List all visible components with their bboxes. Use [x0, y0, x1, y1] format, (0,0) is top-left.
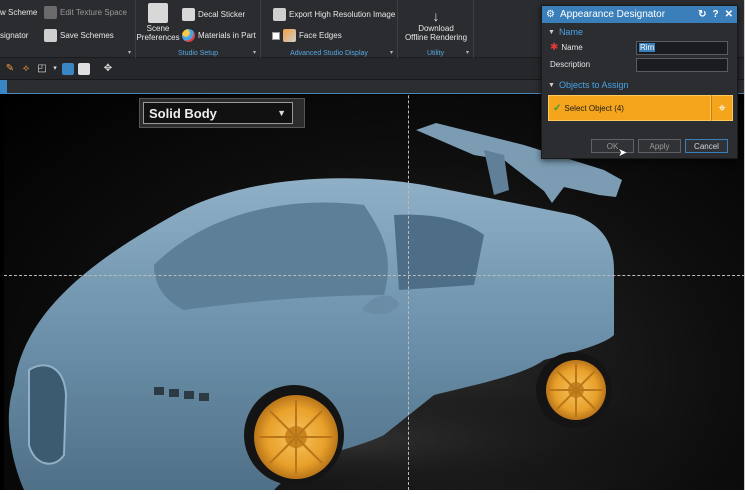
group-expand-icon[interactable]: ▾	[253, 49, 256, 56]
collapse-triangle-icon: ▼	[548, 81, 555, 89]
decal-sticker-icon	[182, 8, 195, 21]
export-high-res-button[interactable]: Export High Resolution Image	[273, 8, 395, 21]
guide-line-horizontal	[4, 275, 744, 276]
select-object-label: Select Object (4)	[564, 103, 624, 113]
assignator-label: signator	[0, 31, 29, 40]
ribbon-group-utility: ↓ Download Offline Rendering Utility ▾	[398, 0, 474, 58]
save-schemes-button[interactable]: Save Schemes	[44, 29, 114, 42]
edit-texture-space-label: Edit Texture Space	[60, 8, 128, 17]
pick-target-icon[interactable]: ⌖	[711, 95, 733, 121]
save-schemes-label: Save Schemes	[60, 31, 114, 40]
download-arrow-icon: ↓	[432, 8, 440, 24]
gear-icon: ⚙	[546, 9, 555, 20]
group-expand-icon[interactable]: ▾	[128, 49, 131, 56]
dialog-title-bar[interactable]: ⚙ Appearance Designator ↻ ? ✕	[542, 6, 737, 23]
name-input[interactable]: Rim	[636, 40, 728, 55]
face-edges-label: Face Edges	[299, 31, 342, 40]
decal-sticker-button[interactable]: Decal Sticker	[182, 8, 245, 21]
select-object-field[interactable]: ✓ Select Object (4)	[548, 95, 711, 121]
cancel-button[interactable]: Cancel	[685, 139, 728, 153]
display-mode-dropdown[interactable]: Solid Body ▼	[139, 98, 305, 128]
select-tool-icon[interactable]: ✎	[4, 63, 16, 75]
dialog-title: Appearance Designator	[559, 9, 666, 20]
export-image-icon	[273, 8, 286, 21]
shaded-view-icon[interactable]	[78, 62, 90, 75]
objects-to-assign: ✓ Select Object (4) ⌖	[548, 95, 733, 121]
active-document-tab[interactable]	[0, 80, 7, 94]
ribbon-group-advanced-studio-display: Export High Resolution Image Face Edges …	[261, 0, 398, 58]
materials-in-part-button[interactable]: Materials in Part	[182, 29, 256, 42]
display-mode-select[interactable]: Solid Body ▼	[143, 102, 293, 124]
collapse-triangle-icon: ▼	[548, 28, 555, 36]
display-mode-value: Solid Body	[149, 105, 217, 121]
headlight	[154, 387, 164, 395]
description-row: Description	[542, 56, 737, 73]
scene-preferences-button[interactable]: Scene Preferences	[136, 3, 180, 42]
mouse-cursor-icon: ➤	[618, 147, 628, 159]
scene-preferences-icon	[148, 3, 168, 23]
objects-section-header[interactable]: ▼ Objects to Assign	[542, 78, 737, 92]
download-offline-rendering-button[interactable]: ↓ Download Offline Rendering	[403, 9, 469, 42]
headlight	[184, 391, 194, 399]
rear-rim-spokes	[549, 363, 603, 417]
guide-line-vertical	[408, 95, 409, 490]
group-expand-icon[interactable]: ▾	[390, 49, 393, 56]
front-rim-spokes	[259, 400, 333, 474]
required-star-icon: ✱	[550, 42, 559, 53]
new-scheme-label: w Scheme	[0, 8, 38, 17]
edit-texture-space-button[interactable]: Edit Texture Space	[44, 6, 127, 19]
new-scheme-button[interactable]: w Scheme	[0, 8, 37, 17]
chevron-down-icon: ▼	[277, 108, 286, 118]
name-row: ✱ Name Rim	[542, 39, 737, 56]
export-high-res-label: Export High Resolution Image	[289, 10, 396, 19]
name-section-header[interactable]: ▼ Name	[542, 25, 737, 39]
texture-space-icon	[44, 6, 57, 19]
advanced-studio-display-group-label: Advanced Studio Display	[290, 50, 368, 57]
ok-button[interactable]: OK	[591, 139, 634, 153]
ribbon-group-scheme: w Scheme Edit Texture Space signator Sav…	[0, 0, 136, 58]
front-grille	[28, 364, 68, 465]
face-edges-checkbox[interactable]	[272, 31, 280, 40]
application-window: w Scheme Edit Texture Space signator Sav…	[0, 0, 745, 490]
name-label-wrap: ✱ Name	[550, 42, 636, 53]
view-cube-icon[interactable]	[62, 62, 74, 75]
reset-icon[interactable]: ↻	[698, 9, 706, 20]
description-label: Description	[550, 60, 591, 69]
close-icon[interactable]: ✕	[725, 9, 733, 20]
description-input[interactable]	[636, 57, 728, 72]
decal-sticker-label: Decal Sticker	[198, 10, 246, 19]
save-schemes-icon	[44, 29, 57, 42]
name-label: Name	[561, 43, 583, 52]
face-edges-toggle[interactable]: Face Edges	[272, 29, 342, 42]
assignator-button[interactable]: signator	[0, 31, 28, 40]
help-icon[interactable]: ?	[713, 9, 719, 20]
materials-icon	[182, 29, 195, 42]
materials-in-part-label: Materials in Part	[198, 31, 256, 40]
studio-setup-group-label: Studio Setup	[177, 50, 219, 57]
checkmark-icon: ✓	[553, 102, 562, 114]
headlight	[199, 393, 209, 401]
filter-tool-icon[interactable]: ⟡	[20, 63, 32, 75]
apply-button[interactable]: Apply	[638, 139, 681, 153]
download-offline-rendering-label: Download Offline Rendering	[404, 24, 468, 42]
dropdown-caret-icon[interactable]: ▾	[52, 63, 58, 75]
dialog-buttons: OK Apply Cancel	[542, 139, 737, 153]
scene-preferences-label: Scene Preferences	[136, 24, 180, 42]
headlight	[169, 389, 179, 397]
appearance-designator-dialog: ⚙ Appearance Designator ↻ ? ✕ ▼ Name ✱ N…	[541, 5, 738, 159]
ribbon-group-studio-setup: Scene Preferences Decal Sticker Material…	[136, 0, 261, 58]
name-input-value: Rim	[639, 43, 656, 52]
objects-section-title: Objects to Assign	[558, 80, 629, 90]
name-section-title: Name	[558, 27, 583, 37]
pan-tool-icon[interactable]: ✥	[102, 63, 114, 75]
group-expand-icon[interactable]: ▾	[466, 49, 469, 56]
selection-mode-icon[interactable]: ◰	[36, 63, 48, 75]
utility-group-label: Utility	[426, 50, 445, 57]
face-edges-icon	[283, 29, 296, 42]
